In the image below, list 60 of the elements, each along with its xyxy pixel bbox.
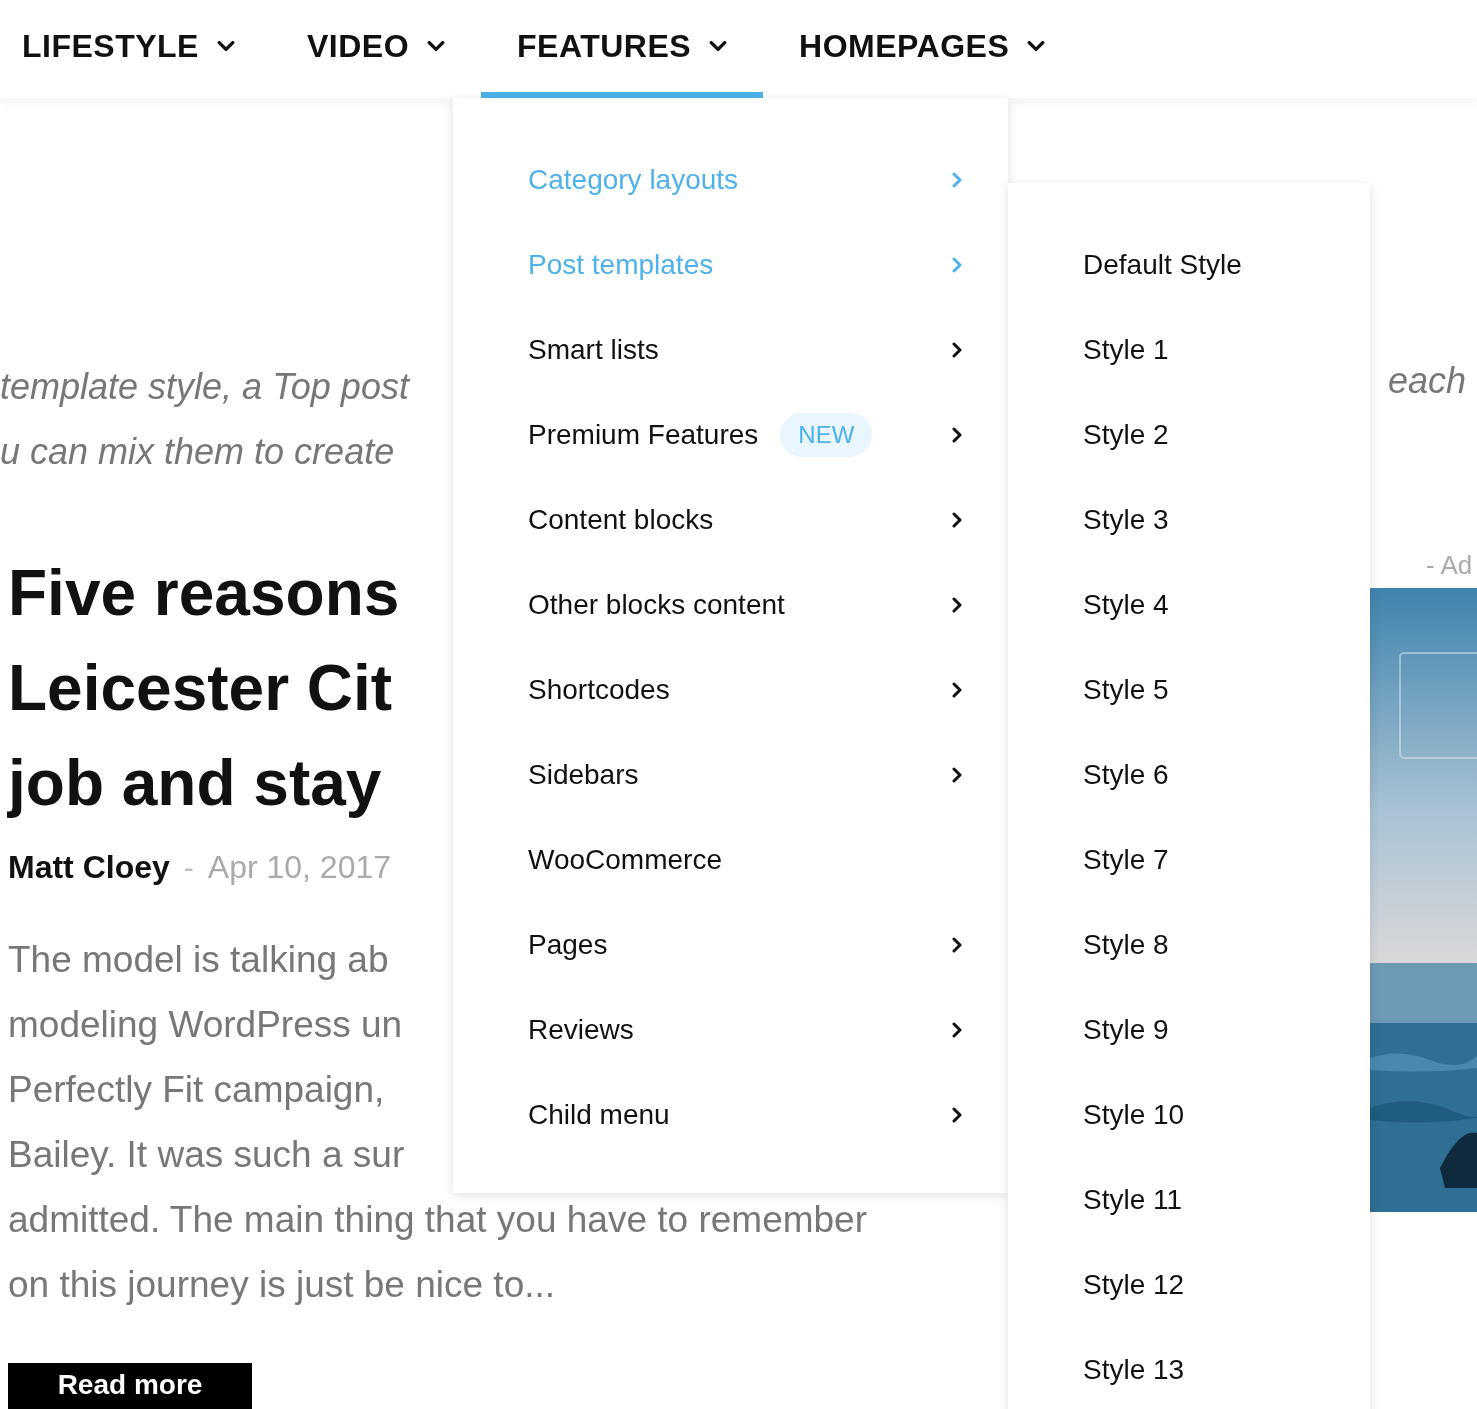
chevron-right-icon [952,1106,962,1123]
excerpt-text: admitted. The main thing that you have to remember [8,1198,867,1242]
submenu-item[interactable]: Style 2 [1008,392,1370,477]
article-title: job and stay [8,746,382,821]
chevron-right-icon [952,766,962,783]
chevron-right-icon [952,511,962,528]
excerpt-text: Perfectly Fit campaign, [8,1068,385,1112]
chevron-down-icon [709,40,728,52]
intro-text: template style, a Top post [0,365,409,409]
nav-tab[interactable]: HOMEPAGES [763,0,1082,98]
chevron-down-icon [1027,40,1046,52]
menu-item[interactable]: Other blocks content [453,562,1008,647]
intro-text: u can mix them to create [0,430,395,474]
read-more-button[interactable]: Read more [8,1363,252,1409]
chevron-down-icon [427,40,446,52]
menu-item[interactable]: Reviews [453,987,1008,1072]
chevron-right-icon [952,936,962,953]
menu-item[interactable]: Pages [453,902,1008,987]
submenu-item[interactable]: Style 9 [1008,987,1370,1072]
submenu-item[interactable]: Style 13 [1008,1327,1370,1409]
chevron-right-icon [952,171,962,188]
chevron-right-icon [952,596,962,613]
excerpt-text: on this journey is just be nice to... [8,1263,556,1307]
submenu-item[interactable]: Style 1 [1008,307,1370,392]
menu-item[interactable]: Child menu [453,1072,1008,1157]
submenu-item[interactable]: Style 6 [1008,732,1370,817]
chevron-right-icon [952,426,962,443]
chevron-right-icon [952,256,962,273]
new-badge: NEW [780,412,873,457]
submenu-item[interactable]: Style 4 [1008,562,1370,647]
excerpt-text: modeling WordPress un [8,1003,403,1047]
menu-item[interactable]: Smart lists [453,307,1008,392]
chevron-right-icon [952,681,962,698]
ad-label: - Ad [1426,549,1473,582]
chevron-down-icon [216,40,235,52]
separator: - [183,850,194,886]
excerpt-text: The model is talking ab [8,938,389,982]
post-date: Apr 10, 2017 [207,848,392,887]
submenu-item[interactable]: Style 3 [1008,477,1370,562]
chevron-right-icon [952,341,962,358]
author-name[interactable]: Matt Cloey [8,843,170,891]
chevron-right-icon [952,1021,962,1038]
menu-item[interactable]: Premium Features NEW [453,392,1008,477]
excerpt-text: Bailey. It was such a sur [8,1133,405,1177]
menu-item[interactable]: Shortcodes [453,647,1008,732]
submenu-item[interactable]: Style 8 [1008,902,1370,987]
menu-item[interactable]: WooCommerce [453,817,1008,902]
nav-tab[interactable]: LIFESTYLE [22,0,271,98]
submenu-item[interactable]: Style 11 [1008,1157,1370,1242]
nav-tab[interactable]: VIDEO [270,0,482,98]
submenu-item[interactable]: Style 12 [1008,1242,1370,1327]
article-title: Five reasons [8,556,400,631]
article-title: Leicester Cit [8,651,393,726]
menu-item[interactable]: Sidebars [453,732,1008,817]
submenu-item[interactable]: Style 5 [1008,647,1370,732]
menu-item[interactable]: Content blocks [453,477,1008,562]
submenu-item[interactable]: Default Style [1008,222,1370,307]
intro-text: each [1388,359,1467,403]
submenu-item[interactable]: Style 10 [1008,1072,1370,1157]
submenu-item[interactable]: Style 7 [1008,817,1370,902]
